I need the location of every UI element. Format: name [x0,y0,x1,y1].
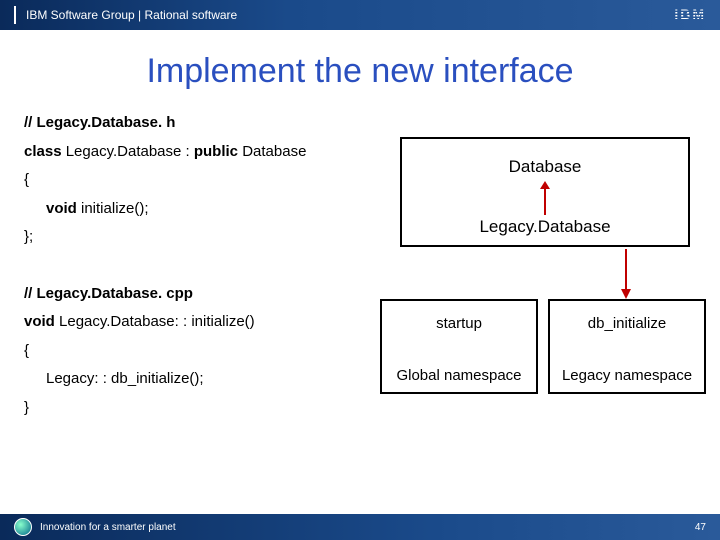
code-text: initialize(); [77,200,149,217]
diagram-label-database: Database [402,157,688,177]
code-comment: // Legacy.Database. h [24,109,696,138]
code-text: Database [238,143,306,160]
box-label: startup [382,315,536,332]
content-area: // Legacy.Database. h class Legacy.Datab… [0,109,720,422]
diagram-class-box: Database Legacy.Database [400,137,690,247]
box-label: Legacy namespace [550,367,704,384]
box-global-namespace: startup Global namespace [380,299,538,394]
header-bar: IBM Software Group | Rational software I… [0,0,720,30]
box-label: db_initialize [550,315,704,332]
globe-icon [14,518,32,536]
keyword: void [46,200,77,217]
keyword: class [24,143,62,160]
page-title: Implement the new interface [0,52,720,91]
arrow-down-icon [618,249,634,299]
keyword: public [194,143,238,160]
header-divider [14,6,16,24]
keyword: void [24,313,55,330]
footer-tagline: Innovation for a smarter planet [40,522,176,533]
box-label: Global namespace [382,367,536,384]
footer-bar: Innovation for a smarter planet 47 [0,514,720,540]
inheritance-arrow-icon [537,181,553,215]
code-text: Legacy.Database : [62,143,194,160]
page-number: 47 [695,522,706,533]
box-legacy-namespace: db_initialize Legacy namespace [548,299,706,394]
code-brace: } [24,394,696,423]
ibm-logo: IBM [674,6,706,22]
breadcrumb: IBM Software Group | Rational software [26,8,237,22]
diagram-label-legacy: Legacy.Database [402,217,688,237]
code-text: Legacy.Database: : initialize() [55,313,255,330]
